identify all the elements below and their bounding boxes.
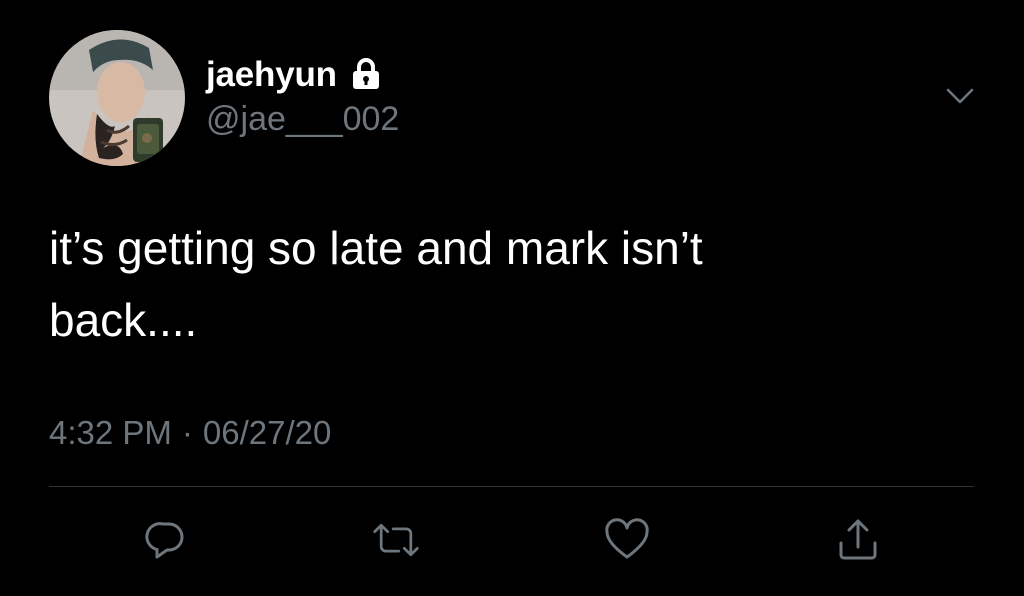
display-name-row[interactable]: jaehyun — [206, 52, 381, 96]
tweet-text: it’s getting so late and mark isn’t back… — [49, 222, 703, 346]
lock-icon — [351, 58, 381, 90]
timestamp-separator: · — [181, 414, 193, 451]
reply-button[interactable] — [141, 515, 191, 565]
avatar-image — [49, 30, 185, 166]
tweet-date: 06/27/20 — [202, 414, 332, 451]
tweet-card: jaehyun @jae___002 it’s getting so late … — [0, 0, 1024, 596]
divider — [49, 486, 974, 487]
heart-icon — [605, 518, 649, 559]
retweet-button[interactable] — [371, 515, 421, 565]
user-handle[interactable]: @jae___002 — [206, 102, 399, 136]
chevron-down-icon[interactable] — [944, 84, 976, 108]
tweet-time: 4:32 PM — [49, 414, 172, 451]
share-upload-icon — [839, 519, 877, 560]
share-button[interactable] — [833, 515, 883, 565]
reply-bubble-icon — [145, 522, 184, 559]
retweet-icon — [373, 523, 419, 557]
tweet-timestamp[interactable]: 4:32 PM · 06/27/20 — [49, 416, 331, 449]
like-button[interactable] — [602, 515, 652, 565]
avatar[interactable] — [49, 30, 185, 166]
display-name[interactable]: jaehyun — [206, 57, 337, 92]
